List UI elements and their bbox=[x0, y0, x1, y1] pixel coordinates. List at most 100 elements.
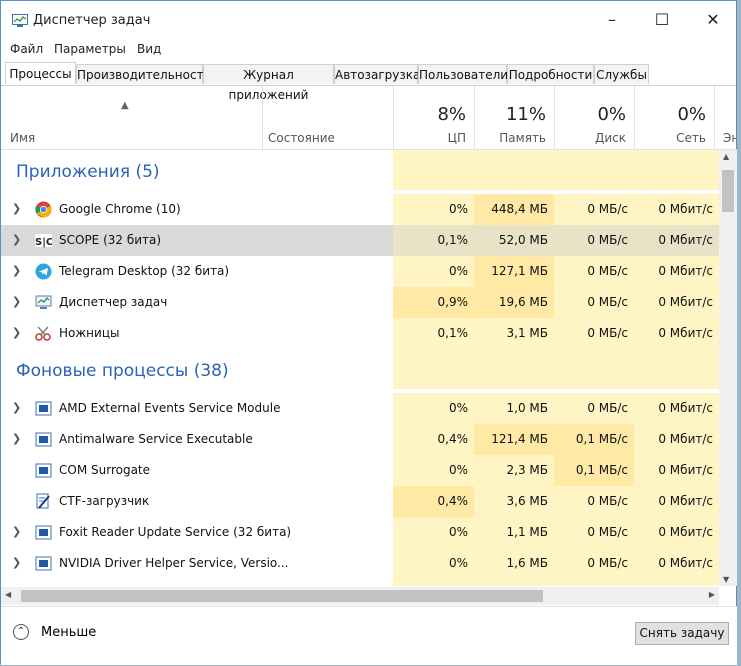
menu-file[interactable]: Файл bbox=[10, 42, 43, 56]
header-cpu[interactable]: 8% ЦП bbox=[393, 86, 474, 149]
process-row[interactable]: 0% 1,1 МБ 0 МБ/с 0 Мбит/с ❯ Foxit Reader… bbox=[1, 517, 719, 548]
telegram-icon bbox=[35, 263, 52, 280]
end-task-button[interactable]: Снять задачу bbox=[635, 622, 729, 645]
chevron-right-icon[interactable]: ❯ bbox=[12, 326, 21, 339]
tab-processes[interactable]: Процессы bbox=[5, 62, 76, 84]
disk-cell: 0 МБ/с bbox=[554, 194, 634, 225]
process-list: Приложения (5) 0% 448,4 МБ 0 МБ/с 0 Мбит… bbox=[1, 150, 719, 586]
scroll-right-icon[interactable]: ▶ bbox=[709, 590, 715, 599]
header-name[interactable]: Имя bbox=[10, 131, 35, 145]
service-icon bbox=[35, 401, 52, 416]
task-manager-icon bbox=[35, 295, 52, 309]
header-cpu-label: ЦП bbox=[447, 131, 466, 145]
header-memory[interactable]: 11% Память bbox=[474, 86, 554, 149]
process-row[interactable]: 0,1% 52,0 МБ 0 МБ/с 0 Мбит/с ❯ S|C SCOPE… bbox=[1, 225, 719, 256]
network-cell: 0 Мбит/с bbox=[634, 486, 719, 517]
header-mem-pct: 11% bbox=[505, 104, 546, 125]
process-row[interactable]: 0% 127,1 МБ 0 МБ/с 0 Мбит/с ❯ Telegram D… bbox=[1, 256, 719, 287]
maximize-button[interactable]: ☐ bbox=[647, 9, 677, 31]
process-name: COM Surrogate bbox=[59, 463, 151, 477]
process-row[interactable]: 0% 1,0 МБ 0 МБ/с 0 Мбит/с ❯ AMD External… bbox=[1, 393, 719, 424]
chevron-right-icon[interactable]: ❯ bbox=[12, 556, 21, 569]
group-background: Фоновые процессы (38) bbox=[1, 349, 719, 389]
process-row-partial bbox=[1, 579, 719, 586]
header-disk[interactable]: 0% Диск bbox=[554, 86, 634, 149]
heat-cell bbox=[634, 579, 719, 586]
header-mem-label: Память bbox=[499, 131, 546, 145]
group-apps: Приложения (5) bbox=[1, 150, 719, 190]
header-cpu-pct: 8% bbox=[437, 104, 466, 125]
scroll-left-icon[interactable]: ◀ bbox=[5, 590, 11, 599]
chevron-right-icon[interactable]: ❯ bbox=[12, 264, 21, 277]
chevron-right-icon[interactable]: ❯ bbox=[12, 401, 21, 414]
process-name: Telegram Desktop (32 бита) bbox=[59, 264, 230, 278]
tab-app-history[interactable]: Журнал приложений bbox=[203, 64, 334, 102]
disk-cell: 0 МБ/с bbox=[554, 393, 634, 424]
header-net-pct: 0% bbox=[677, 104, 706, 125]
header-state[interactable]: Состояние bbox=[268, 131, 335, 145]
heat-cell bbox=[393, 150, 474, 190]
heat-cell bbox=[393, 579, 474, 586]
scissors-icon bbox=[35, 326, 51, 341]
horizontal-scroll-thumb[interactable] bbox=[21, 590, 543, 602]
process-row[interactable]: 0,4% 121,4 МБ 0,1 МБ/с 0 Мбит/с ❯ Antima… bbox=[1, 424, 719, 455]
header-energy[interactable]: Эн bbox=[714, 86, 737, 149]
chevron-right-icon[interactable]: ❯ bbox=[12, 432, 21, 445]
process-row[interactable]: 0,1% 3,1 МБ 0 МБ/с 0 Мбит/с ❯ Ножницы bbox=[1, 318, 719, 349]
vertical-scroll-thumb[interactable] bbox=[722, 170, 734, 212]
tab-users[interactable]: Пользователи bbox=[418, 64, 508, 84]
header-energy-label: Эн bbox=[723, 131, 737, 145]
group-title-apps: Приложения (5) bbox=[16, 162, 160, 182]
heat-cell bbox=[554, 349, 634, 389]
process-row[interactable]: 0% 448,4 МБ 0 МБ/с 0 Мбит/с ❯ Google Chr… bbox=[1, 194, 719, 225]
process-name: Ножницы bbox=[59, 326, 120, 340]
memory-cell: 3,6 МБ bbox=[474, 486, 554, 517]
menu-options[interactable]: Параметры bbox=[54, 42, 126, 56]
close-button[interactable]: ✕ bbox=[698, 9, 728, 31]
tab-services[interactable]: Службы bbox=[594, 64, 649, 84]
scroll-down-icon[interactable]: ▼ bbox=[723, 575, 729, 584]
menu-view[interactable]: Вид bbox=[137, 42, 161, 56]
chevron-right-icon[interactable]: ❯ bbox=[12, 525, 21, 538]
network-cell: 0 Мбит/с bbox=[634, 287, 719, 318]
service-icon bbox=[35, 525, 52, 540]
service-icon bbox=[35, 432, 52, 447]
process-name: Foxit Reader Update Service (32 бита) bbox=[59, 525, 292, 539]
network-cell: 0 Мбит/с bbox=[634, 318, 719, 349]
cpu-cell: 0% bbox=[393, 455, 474, 486]
vertical-scrollbar[interactable]: ▲ ▼ bbox=[719, 150, 737, 586]
process-name: Google Chrome (10) bbox=[59, 202, 181, 216]
tab-performance[interactable]: Производительность bbox=[76, 64, 211, 84]
cpu-cell: 0% bbox=[393, 194, 474, 225]
minimize-button[interactable]: – bbox=[597, 9, 627, 31]
chevron-right-icon[interactable]: ❯ bbox=[12, 295, 21, 308]
network-cell: 0 Мбит/с bbox=[634, 194, 719, 225]
process-row[interactable]: 0,9% 19,6 МБ 0 МБ/с 0 Мбит/с ❯ Диспетчер… bbox=[1, 287, 719, 318]
cpu-cell: 0,4% bbox=[393, 424, 474, 455]
tab-startup[interactable]: Автозагрузка bbox=[334, 64, 420, 84]
task-manager-app-icon bbox=[12, 14, 28, 27]
chevron-right-icon[interactable]: ❯ bbox=[12, 202, 21, 215]
cpu-cell: 0% bbox=[393, 393, 474, 424]
process-row[interactable]: 0,4% 3,6 МБ 0 МБ/с 0 Мбит/с CTF-загрузчи… bbox=[1, 486, 719, 517]
heat-cell bbox=[634, 349, 719, 389]
group-title-background: Фоновые процессы (38) bbox=[16, 361, 229, 381]
memory-cell: 19,6 МБ bbox=[474, 287, 554, 318]
tab-details[interactable]: Подробности bbox=[507, 64, 594, 84]
heat-cell bbox=[393, 349, 474, 389]
horizontal-scrollbar[interactable]: ◀ ▶ bbox=[1, 587, 719, 605]
scroll-up-icon[interactable]: ▲ bbox=[723, 152, 729, 161]
disk-cell: 0 МБ/с bbox=[554, 287, 634, 318]
fewer-details-label: Меньше bbox=[41, 625, 97, 640]
network-cell: 0 Мбит/с bbox=[634, 548, 719, 579]
footer: ⌃ Меньше Снять задачу bbox=[1, 606, 737, 665]
process-name: CTF-загрузчик bbox=[59, 494, 150, 508]
process-row[interactable]: 0% 1,6 МБ 0 МБ/с 0 Мбит/с ❯ NVIDIA Drive… bbox=[1, 548, 719, 579]
chevron-right-icon[interactable]: ❯ bbox=[12, 233, 21, 246]
memory-cell: 1,6 МБ bbox=[474, 548, 554, 579]
process-row[interactable]: 0% 2,3 МБ 0,1 МБ/с 0 Мбит/с COM Surrogat… bbox=[1, 455, 719, 486]
header-network[interactable]: 0% Сеть bbox=[634, 86, 714, 149]
cpu-cell: 0,1% bbox=[393, 318, 474, 349]
heat-cell bbox=[634, 150, 719, 190]
ctf-loader-icon bbox=[36, 493, 50, 509]
